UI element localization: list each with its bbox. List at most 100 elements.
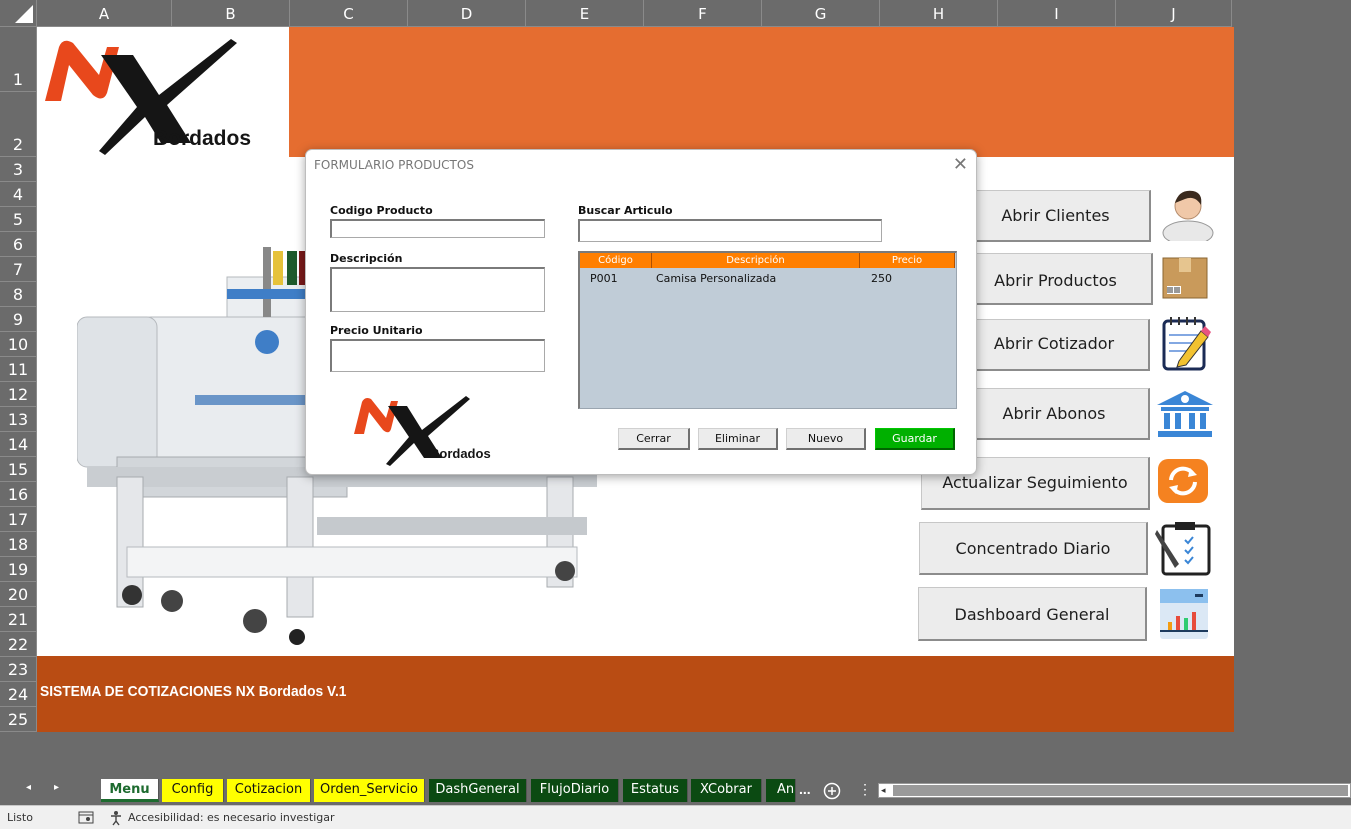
dashboard-general-button[interactable]: Dashboard General [918, 587, 1147, 641]
cerrar-button[interactable]: Cerrar [618, 428, 690, 450]
list-cell-descripcion[interactable]: Camisa Personalizada [656, 272, 776, 285]
user-icon [1162, 190, 1214, 241]
row-header[interactable]: 7 [0, 257, 37, 282]
tab-scroll-right-icon[interactable]: ▸ [54, 782, 59, 793]
column-header[interactable]: C [290, 0, 408, 27]
list-header-descripcion: Descripción [652, 253, 860, 268]
list-header-precio: Precio [860, 253, 955, 268]
footer-banner-text: SISTEMA DE COTIZACIONES NX Bordados V.1 [40, 683, 347, 700]
row-header[interactable]: 17 [0, 507, 37, 532]
precio-unitario-label: Precio Unitario [330, 324, 423, 337]
column-header[interactable]: F [644, 0, 762, 27]
concentrado-diario-button[interactable]: Concentrado Diario [919, 522, 1148, 575]
descripcion-input[interactable] [330, 267, 545, 312]
row-header[interactable]: 18 [0, 532, 37, 557]
tab-xcobrar[interactable]: XCobrar [691, 779, 762, 802]
guardar-button[interactable]: Guardar [875, 428, 955, 450]
close-icon[interactable]: ✕ [953, 154, 968, 175]
add-sheet-icon[interactable] [823, 782, 841, 800]
row-header[interactable]: 9 [0, 307, 37, 332]
precio-unitario-input[interactable] [330, 339, 545, 372]
scrollbar-thumb[interactable] [893, 785, 1348, 796]
tab-orden-servicio[interactable]: Orden_Servicio [314, 779, 425, 802]
row-header[interactable]: 22 [0, 632, 37, 657]
abrir-cotizador-button[interactable]: Abrir Cotizador [959, 319, 1150, 371]
row-header[interactable]: 2 [0, 92, 37, 157]
excel-window: A B C D E F G H I J 1 2 3 4 5 6 7 8 9 10 11 12 13 14 1… [0, 0, 1351, 829]
column-header[interactable]: B [172, 0, 290, 27]
buscar-articulo-label: Buscar Articulo [578, 204, 673, 217]
tab-dashgeneral[interactable]: DashGeneral [429, 779, 527, 802]
row-header[interactable]: 3 [0, 157, 37, 182]
row-header-bar: 1 2 3 4 5 6 7 8 9 10 11 12 13 14 15 16 17 18 19 20 21 22 23 24 2… [0, 27, 37, 732]
list-header-codigo: Código [580, 253, 652, 268]
codigo-producto-input[interactable] [330, 219, 545, 238]
row-header[interactable]: 6 [0, 232, 37, 257]
row-header[interactable]: 21 [0, 607, 37, 632]
tab-overflow-partial[interactable]: An [766, 779, 796, 802]
nuevo-button[interactable]: Nuevo [786, 428, 866, 450]
row-header[interactable]: 4 [0, 182, 37, 207]
tab-cotizacion[interactable]: Cotizacion [227, 779, 311, 802]
dialog-title: FORMULARIO PRODUCTOS [314, 158, 474, 172]
column-header[interactable]: E [526, 0, 644, 27]
row-header[interactable]: 23 [0, 657, 37, 682]
status-bar: Listo Accesibilidad: es necesario invest… [0, 805, 1351, 829]
row-header[interactable]: 25 [0, 707, 37, 732]
row-header[interactable]: 12 [0, 382, 37, 407]
column-header[interactable]: A [37, 0, 172, 27]
accessibility-icon[interactable] [109, 810, 125, 826]
header-banner [289, 27, 1234, 157]
more-options-icon[interactable]: ⋮ [858, 781, 872, 798]
status-ready: Listo [7, 811, 33, 824]
abrir-abonos-button[interactable]: Abrir Abonos [959, 388, 1150, 440]
productos-listbox[interactable]: Código Descripción Precio P001 Camisa Pe… [578, 251, 957, 409]
row-header[interactable]: 8 [0, 282, 37, 307]
row-header[interactable]: 19 [0, 557, 37, 582]
tab-scroll-left-icon[interactable]: ◂ [26, 782, 31, 793]
refresh-icon [1158, 459, 1208, 503]
abrir-productos-button[interactable]: Abrir Productos [959, 253, 1153, 305]
macro-record-icon[interactable] [78, 811, 94, 824]
row-header[interactable]: 20 [0, 582, 37, 607]
buscar-articulo-input[interactable] [578, 219, 882, 242]
codigo-producto-label: Codigo Producto [330, 204, 433, 217]
column-header-bar: A B C D E F G H I J [0, 0, 1351, 27]
eliminar-button[interactable]: Eliminar [698, 428, 778, 450]
tab-menu[interactable]: Menu [101, 779, 159, 802]
logo-text: Bordados [153, 127, 251, 150]
descripcion-label: Descripción [330, 252, 403, 265]
notepad-icon [1162, 317, 1211, 371]
formulario-productos-dialog: FORMULARIO PRODUCTOS ✕ Codigo Producto D… [305, 149, 977, 475]
row-header[interactable]: 11 [0, 357, 37, 382]
row-header[interactable]: 5 [0, 207, 37, 232]
select-all-corner[interactable] [0, 0, 37, 27]
column-header[interactable]: H [880, 0, 998, 27]
dialog-logo-text: Bordados [430, 446, 491, 461]
column-header[interactable]: I [998, 0, 1116, 27]
row-header[interactable]: 15 [0, 457, 37, 482]
abrir-clientes-button[interactable]: Abrir Clientes [961, 190, 1151, 242]
row-header[interactable]: 16 [0, 482, 37, 507]
tab-overflow-ellipsis[interactable]: ... [799, 781, 811, 797]
list-cell-precio[interactable]: 250 [871, 272, 892, 285]
accessibility-status[interactable]: Accesibilidad: es necesario investigar [128, 811, 335, 824]
tab-config[interactable]: Config [162, 779, 224, 802]
nx-bordados-logo: Bordados [45, 39, 251, 155]
column-header[interactable]: G [762, 0, 880, 27]
list-cell-codigo[interactable]: P001 [590, 272, 618, 285]
column-header[interactable]: D [408, 0, 526, 27]
row-header[interactable]: 14 [0, 432, 37, 457]
horizontal-scrollbar[interactable]: ◂ [878, 783, 1351, 798]
column-header[interactable]: J [1116, 0, 1232, 27]
tab-estatus[interactable]: Estatus [623, 779, 688, 802]
box-icon [1162, 257, 1208, 299]
row-header[interactable]: 24 [0, 682, 37, 707]
row-header[interactable]: 1 [0, 27, 37, 92]
tab-flujodiario[interactable]: FlujoDiario [531, 779, 619, 802]
row-header[interactable]: 10 [0, 332, 37, 357]
row-header[interactable]: 13 [0, 407, 37, 432]
bank-icon [1157, 391, 1213, 437]
sheet-tab-bar: ◂ ▸ Menu Config Cotizacion Orden_Servici… [0, 776, 1351, 805]
scroll-left-icon[interactable]: ◂ [881, 785, 886, 796]
